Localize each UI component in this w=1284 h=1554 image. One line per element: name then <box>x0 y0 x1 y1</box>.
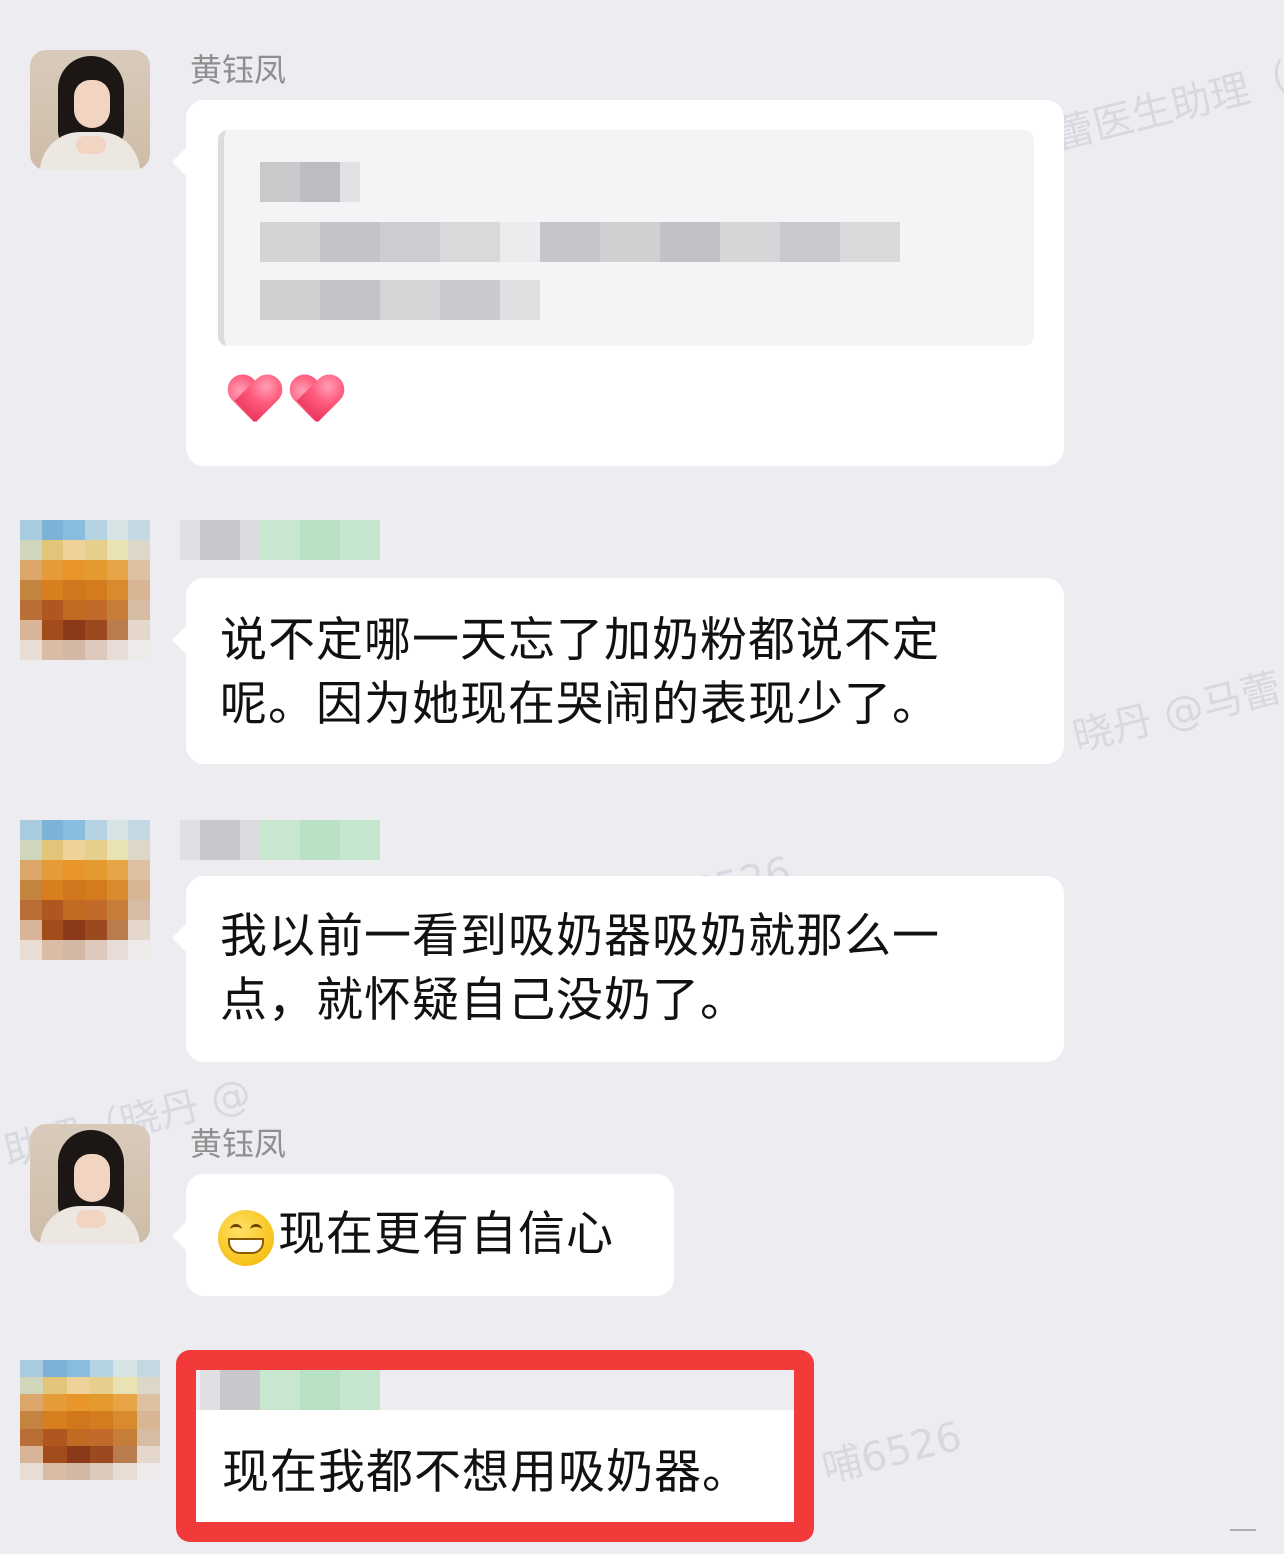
message-text: 现在更有自信心 <box>218 1204 614 1266</box>
message-text: 说不定哪一天忘了加奶粉都说不定 <box>220 613 940 668</box>
blurred-text <box>260 280 540 320</box>
message-bubble[interactable]: 现在更有自信心 <box>172 1174 674 1296</box>
watermark: 蕾医生助理（晓 <box>1049 46 1284 160</box>
message-text: 点，就怀疑自己没奶了。 <box>220 973 748 1028</box>
highlight-box <box>176 1350 814 1542</box>
sender-name: 黄钰凤 <box>190 1125 287 1163</box>
message-text: 呢。因为她现在哭闹的表现少了。 <box>220 677 940 732</box>
watermark: 哺6526 <box>817 1413 967 1493</box>
avatar[interactable] <box>20 520 150 660</box>
sender-name-blurred <box>180 820 380 860</box>
avatar[interactable] <box>20 820 150 960</box>
heart-icon <box>288 374 344 430</box>
message-bubble[interactable]: 我以前一看到吸奶器吸奶就那么一 点，就怀疑自己没奶了。 <box>172 876 1064 1062</box>
message-bubble[interactable]: 说不定哪一天忘了加奶粉都说不定 呢。因为她现在哭闹的表现少了。 <box>172 578 1064 764</box>
blurred-text <box>260 162 360 202</box>
message-text-content: 现在更有自信心 <box>278 1207 614 1262</box>
scroll-indicator-icon: ― <box>1230 1514 1256 1544</box>
message-text: 我以前一看到吸奶器吸奶就那么一 <box>220 909 940 964</box>
heart-icon <box>226 374 282 430</box>
sender-name-blurred <box>180 520 380 560</box>
blurred-text <box>260 222 900 262</box>
sender-name: 黄钰凤 <box>190 51 287 89</box>
avatar[interactable] <box>30 1124 150 1244</box>
avatar[interactable] <box>30 50 150 170</box>
grinning-face-icon <box>218 1209 274 1266</box>
watermark: 晓丹 @马蕾 <box>1068 664 1284 761</box>
avatar[interactable] <box>20 1360 160 1480</box>
message-bubble[interactable] <box>172 100 1064 466</box>
quoted-message[interactable] <box>218 130 1034 346</box>
